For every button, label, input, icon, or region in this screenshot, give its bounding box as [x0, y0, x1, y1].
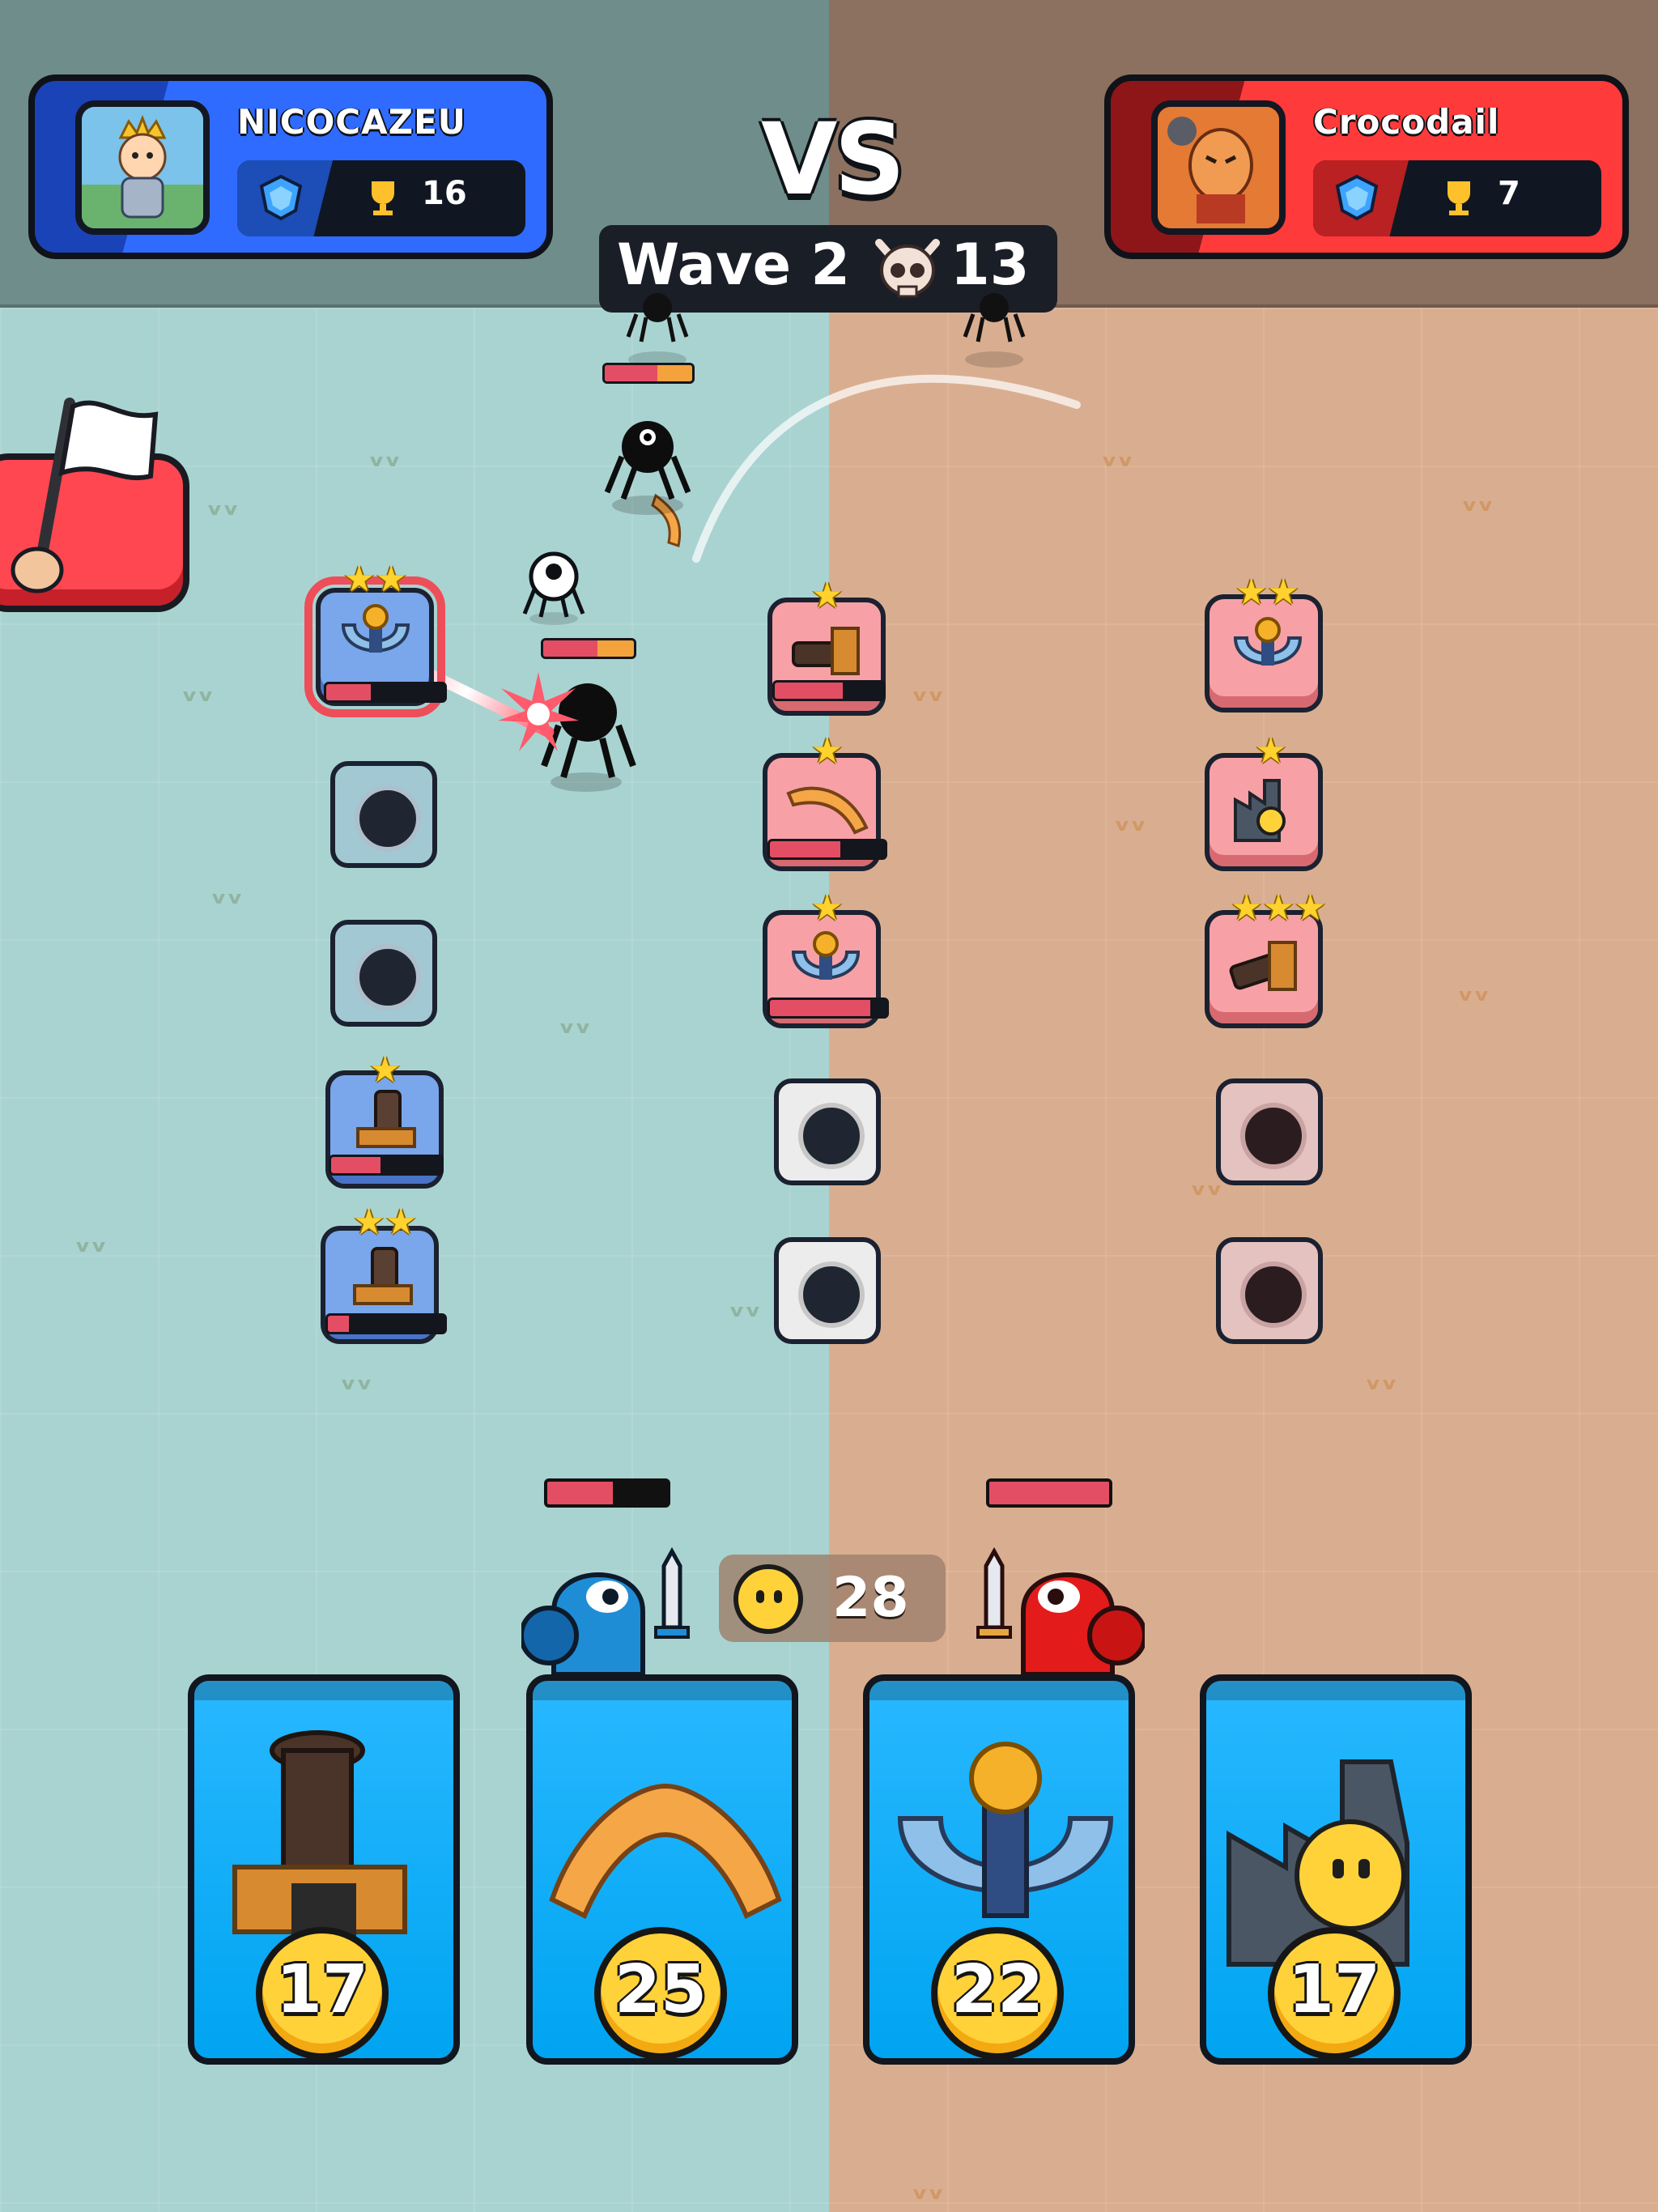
grass-tuft: ᵥᵥ	[912, 672, 945, 709]
spider-enemy-icon	[626, 293, 689, 368]
card-cost: 22	[950, 1951, 1044, 2028]
cost-badge: 22	[931, 1927, 1064, 2060]
player-hero-health-bar	[544, 1478, 670, 1508]
tile-stars: ★★	[343, 559, 407, 600]
tile-stars: ★	[811, 730, 844, 772]
tile-stars: ★	[811, 887, 844, 929]
surrender-button[interactable]	[0, 398, 189, 612]
wave-label: Wave 2	[617, 232, 851, 298]
cost-badge: 17	[256, 1927, 389, 2060]
board-slot-empty[interactable]	[1216, 1078, 1323, 1185]
grass-tuft: ᵥᵥ	[1365, 1360, 1398, 1397]
tile-stars: ★	[1255, 730, 1287, 772]
grass-tuft: ᵥᵥ	[559, 1004, 592, 1041]
player-card-left[interactable]: NICOCAZEU 16	[28, 74, 553, 259]
grass-tuft: ᵥᵥ	[340, 1360, 373, 1397]
empty-slot-hole	[798, 1103, 865, 1169]
grass-tuft: ᵥᵥ	[206, 486, 240, 523]
laser-turret-icon	[341, 604, 410, 653]
grass-tuft: ᵥᵥ	[1461, 482, 1494, 519]
white-flag-icon	[11, 398, 159, 593]
skull-icon	[875, 239, 940, 298]
gatling-turret-icon	[792, 627, 860, 675]
gatling-turret-icon	[1229, 941, 1297, 991]
grass-tuft: ᵥᵥ	[1457, 972, 1490, 1009]
eye-spider-enemy-icon	[522, 551, 585, 625]
board-slot-empty[interactable]	[774, 1237, 881, 1344]
grass-tuft: ᵥᵥ	[368, 437, 402, 474]
grass-tuft: ᵥᵥ	[1114, 802, 1147, 839]
card-cost: 17	[275, 1951, 369, 2028]
gatling-turret-icon	[356, 1090, 416, 1148]
empty-slot-hole	[355, 944, 421, 1010]
empty-slot-hole	[1240, 1103, 1307, 1169]
tile-stars: ★	[811, 575, 844, 616]
trophy-icon	[372, 181, 394, 215]
enemy-count: 13	[950, 232, 1030, 298]
tile-stars: ★★	[1235, 572, 1299, 613]
grass-tuft: ᵥᵥ	[181, 672, 215, 709]
cost-badge: 17	[1268, 1927, 1401, 2060]
boomerang-icon	[786, 786, 869, 835]
player-stats: 16	[237, 160, 525, 236]
player-stats: 7	[1313, 160, 1601, 236]
coin-count: 28	[832, 1566, 909, 1630]
card-cost: 17	[1287, 1951, 1381, 2028]
boomerang-trail	[692, 374, 1081, 563]
trophy-icon	[1448, 181, 1470, 215]
boomerang-icon	[549, 1783, 782, 1920]
board-slot-empty[interactable]	[1216, 1237, 1323, 1344]
card-cost: 25	[614, 1951, 708, 2028]
board-slot-empty[interactable]	[330, 761, 437, 868]
spider-enemy-icon	[604, 421, 691, 515]
empty-slot-hole	[355, 785, 421, 852]
enemy-health-bar	[541, 638, 636, 659]
empty-slot-hole	[1240, 1261, 1307, 1328]
cost-badge: 25	[594, 1927, 727, 2060]
turret-health-bar	[324, 682, 447, 703]
grass-tuft: ᵥᵥ	[729, 1287, 762, 1325]
laser-turret-icon	[1233, 617, 1303, 666]
rank-shield-icon	[259, 174, 303, 221]
turret-health-bar	[325, 1313, 447, 1334]
grass-tuft: ᵥᵥ	[912, 2170, 945, 2207]
king-avatar	[75, 100, 210, 235]
enemy-health-bar	[602, 363, 695, 384]
vs-label: VS	[761, 102, 905, 217]
tile-stars: ★★	[353, 1202, 417, 1243]
tile-stars: ★★★	[1231, 887, 1327, 929]
trophy-count: 16	[422, 175, 467, 212]
coin-icon	[733, 1564, 803, 1634]
laser-impact-icon	[498, 672, 579, 751]
coin-counter: 28	[719, 1555, 946, 1642]
laser-turret-icon	[791, 931, 861, 980]
turret-health-bar	[772, 680, 886, 701]
board-slot-empty[interactable]	[330, 920, 437, 1027]
turret-health-bar	[767, 998, 889, 1019]
grass-tuft: ᵥᵥ	[1101, 437, 1134, 474]
rank-shield-icon	[1335, 174, 1379, 221]
board-slot-empty[interactable]	[774, 1078, 881, 1185]
empty-slot-hole	[798, 1261, 865, 1328]
turret-health-bar	[329, 1155, 444, 1176]
grass-tuft: ᵥᵥ	[74, 1223, 108, 1260]
player-name: NICOCAZEU	[237, 102, 466, 142]
tile-stars: ★	[369, 1049, 402, 1091]
turret-health-bar	[767, 839, 887, 860]
spider-enemy-icon	[963, 293, 1026, 368]
red-knight-hero-icon	[976, 1546, 1145, 1674]
player-name: Crocodail	[1313, 102, 1500, 142]
opponent-hero-health-bar	[986, 1478, 1112, 1508]
trophy-count: 7	[1498, 175, 1520, 212]
grass-tuft: ᵥᵥ	[210, 874, 244, 912]
warrior-avatar	[1151, 100, 1286, 235]
coin-factory-icon	[1234, 779, 1286, 842]
player-card-right[interactable]: Crocodail 7	[1104, 74, 1629, 259]
blue-knight-hero-icon	[521, 1546, 690, 1674]
gatling-turret-icon	[353, 1247, 413, 1305]
